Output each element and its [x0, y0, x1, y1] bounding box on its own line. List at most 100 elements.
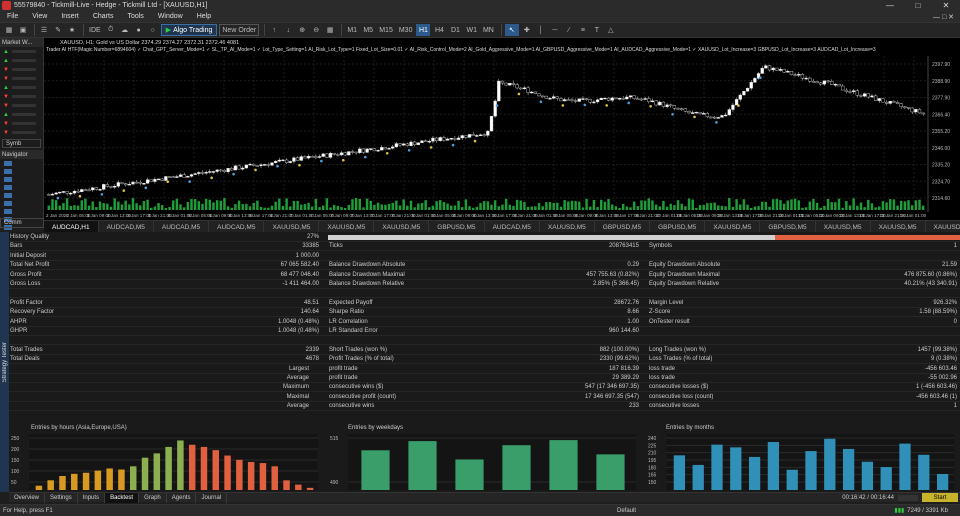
chart-tab[interactable]: XAUUSD,M5 [264, 221, 320, 232]
navigator-item[interactable] [0, 175, 43, 183]
chart-tab[interactable]: GBPUSD,M5 [595, 221, 651, 232]
tab-settings[interactable]: Settings [45, 492, 78, 503]
menu-help[interactable]: Help [190, 13, 218, 20]
navigator-icon[interactable]: ★ [66, 24, 78, 36]
navigator-item[interactable] [0, 191, 43, 199]
chart-tab[interactable]: GBPUSD,M5 [650, 221, 706, 232]
menu-view[interactable]: View [25, 13, 54, 20]
horizontal-line-icon[interactable]: ─ [549, 24, 561, 36]
chart-tab[interactable]: XAUUSD,M5 [540, 221, 595, 232]
chart-tab[interactable]: GBPUSD,M5 [760, 221, 816, 232]
report-label: Balance Drawdown Relative [329, 281, 405, 287]
common-tab-button[interactable]: Comm [0, 218, 44, 228]
menu-charts[interactable]: Charts [86, 13, 121, 20]
volume-bar [914, 200, 918, 210]
chart-tab[interactable]: AUDCAD,M5 [485, 221, 540, 232]
minimize-icon[interactable]: — [876, 1, 904, 10]
tf-m15[interactable]: M15 [377, 24, 395, 36]
symbols-button[interactable]: Symb [2, 139, 41, 148]
tf-m1[interactable]: M1 [345, 24, 359, 36]
chart-tab[interactable]: XAUUSD,M5 [926, 221, 960, 232]
data-window-icon[interactable]: ✎ [52, 24, 64, 36]
tab-backtest[interactable]: Backtest [105, 492, 140, 503]
chart-tab[interactable]: GBPUSD,M5 [429, 221, 485, 232]
price-axis-label: 2335.20 [932, 163, 950, 169]
navigator-item[interactable] [0, 199, 43, 207]
chart-tab[interactable]: XAUUSD,M5 [816, 221, 871, 232]
new-order-button[interactable]: New Order [219, 24, 260, 36]
tf-m30[interactable]: M30 [397, 24, 415, 36]
tf-h4[interactable]: H4 [432, 24, 446, 36]
tab-agents[interactable]: Agents [167, 492, 197, 503]
history-icon[interactable]: ⏱ [105, 24, 117, 36]
tf-w1[interactable]: W1 [464, 24, 479, 36]
chart-tab[interactable]: AUDCAD,M5 [154, 221, 210, 232]
market-watch-row[interactable]: ▼ [0, 74, 43, 83]
menu-tools[interactable]: Tools [120, 13, 150, 20]
zoom-out-icon[interactable]: ⊖ [310, 24, 322, 36]
chart-tab[interactable]: AUDCAD,M5 [209, 221, 265, 232]
algo-trading-button[interactable]: ▶ Algo Trading [160, 24, 218, 36]
market-watch-row[interactable]: ▼ [0, 128, 43, 137]
report-label: Long Trades (won %) [649, 346, 707, 353]
tf-d1[interactable]: D1 [448, 24, 462, 36]
chart-tab[interactable]: AUDCAD,H1 [44, 221, 99, 232]
vertical-line-icon[interactable]: │ [535, 24, 547, 36]
close-icon[interactable]: ✕ [932, 1, 960, 10]
tile-icon[interactable]: ▦ [324, 24, 336, 36]
tab-graph[interactable]: Graph [139, 492, 167, 503]
signals-icon[interactable]: ● [133, 24, 145, 36]
navigator-item[interactable] [0, 159, 43, 167]
market-watch-row[interactable]: ▲ [0, 83, 43, 92]
price-chart[interactable]: 2397.90 2388.90 2377.90 2366.40 2355.20 2346.… [44, 38, 960, 220]
menu-file[interactable]: File [0, 13, 25, 20]
market-watch-row[interactable]: ▼ [0, 65, 43, 74]
chart-tab[interactable]: XAUUSD,M5 [871, 221, 926, 232]
market-watch-price-bar [11, 104, 36, 107]
ide-button[interactable]: IDE [87, 24, 103, 36]
trade-marker [737, 104, 740, 107]
start-button[interactable]: Start [922, 493, 958, 502]
channel-icon[interactable]: ≡ [577, 24, 589, 36]
cloud-icon[interactable]: ☁ [119, 24, 131, 36]
chart-tab[interactable]: XAUUSD,M5 [374, 221, 430, 232]
navigator-item[interactable] [0, 207, 43, 215]
one-click-icon[interactable]: ↑ [268, 24, 280, 36]
tf-m5[interactable]: M5 [361, 24, 375, 36]
chart-tab[interactable]: AUDCAD,M5 [99, 221, 154, 232]
zoom-in-icon[interactable]: ⊕ [296, 24, 308, 36]
strategy-tester-side-tab[interactable]: Strategy Tester [0, 232, 9, 492]
cursor-icon[interactable]: ↖ [504, 24, 519, 36]
profiles-icon[interactable]: ▣ [17, 24, 29, 36]
tf-mn[interactable]: MN [481, 24, 496, 36]
trendline-icon[interactable]: ∕ [563, 24, 575, 36]
tab-inputs[interactable]: Inputs [78, 492, 106, 503]
crosshair-icon[interactable]: ✚ [521, 24, 533, 36]
chart-tab[interactable]: XAUUSD,M5 [319, 221, 375, 232]
tab-overview[interactable]: Overview [9, 492, 46, 503]
tf-h1[interactable]: H1 [416, 24, 431, 36]
chart-tab[interactable]: XAUUSD,M5 [705, 221, 761, 232]
depth-icon[interactable]: ↓ [282, 24, 294, 36]
market-watch-icon[interactable]: ☰ [38, 24, 50, 36]
price-chart-svg[interactable]: 2397.90 2388.90 2377.90 2366.40 2355.20 2346.… [44, 38, 960, 220]
navigator-item[interactable] [0, 183, 43, 191]
market-watch-row[interactable]: ▼ [0, 92, 43, 101]
shapes-icon[interactable]: △ [605, 24, 617, 36]
navigator-item[interactable] [0, 167, 43, 175]
volume-bar [215, 200, 219, 210]
candle [413, 141, 417, 145]
market-watch-row[interactable]: ▲ [0, 110, 43, 119]
maximize-icon[interactable]: □ [904, 1, 932, 10]
menu-insert[interactable]: Insert [54, 13, 86, 20]
tab-journal[interactable]: Journal [196, 492, 228, 503]
menu-window[interactable]: Window [151, 13, 190, 20]
text-icon[interactable]: T [591, 24, 603, 36]
market-watch-row[interactable]: ▲ [0, 47, 43, 56]
new-chart-icon[interactable]: ▦ [3, 24, 15, 36]
market-watch-row[interactable]: ▼ [0, 101, 43, 110]
market-watch-row[interactable]: ▼ [0, 119, 43, 128]
window-controls-icon[interactable]: — □ ✕ [933, 13, 960, 21]
vps-icon[interactable]: ○ [147, 24, 159, 36]
market-watch-row[interactable]: ▲ [0, 56, 43, 65]
